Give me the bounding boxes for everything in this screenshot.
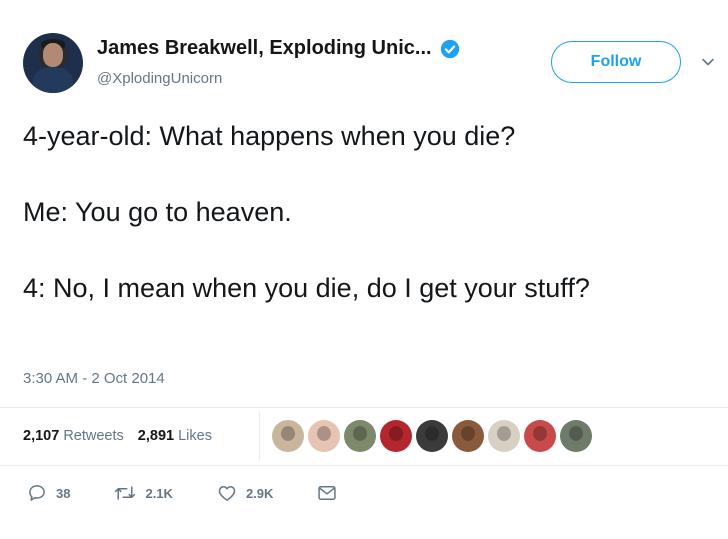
direct-message-button[interactable] [317, 484, 337, 502]
reply-icon [29, 485, 45, 501]
liker-avatar-2[interactable] [308, 420, 340, 452]
likes-label: Likes [178, 428, 212, 444]
verified-badge-icon [440, 39, 459, 58]
retweets-label: Retweets [63, 428, 124, 444]
retweets-count: 2,107 [23, 428, 60, 444]
retweets-stat[interactable]: 2,107 Retweets [23, 428, 124, 444]
retweet-icon [115, 486, 136, 500]
tweet-line-2: Me: You go to heaven. [23, 197, 292, 227]
liker-avatar-1[interactable] [272, 420, 304, 452]
likes-stat[interactable]: 2,891 Likes [138, 428, 212, 444]
retweet-count: 2.1K [145, 485, 173, 501]
author-avatar[interactable] [23, 33, 83, 93]
avatar-body [33, 67, 73, 93]
divider-top [0, 407, 728, 408]
liker-avatar-6[interactable] [452, 420, 484, 452]
tweet-timestamp[interactable]: 3:30 AM - 2 Oct 2014 [23, 370, 165, 387]
liker-avatar-9[interactable] [560, 420, 592, 452]
like-button[interactable]: 2.9K [217, 483, 273, 503]
tweet-line-1: 4-year-old: What happens when you die? [23, 121, 516, 151]
author-name-row: James Breakwell, Exploding Unic... [97, 37, 460, 60]
engagement-stats: 2,107 Retweets 2,891 Likes [23, 428, 212, 444]
liker-avatar-3[interactable] [344, 420, 376, 452]
tweet-line-3: 4: No, I mean when you die, do I get you… [23, 273, 590, 303]
liker-avatars [272, 420, 592, 452]
tweet-actions: 38 2.1K 2.9K [27, 483, 381, 503]
liker-avatar-8[interactable] [524, 420, 556, 452]
liker-avatar-4[interactable] [380, 420, 412, 452]
follow-button[interactable]: Follow [551, 41, 681, 83]
likes-count: 2,891 [137, 428, 175, 444]
tweet-text: 4-year-old: What happens when you die? M… [23, 118, 703, 306]
chevron-down-icon[interactable] [701, 55, 715, 69]
heart-icon [218, 486, 236, 501]
stats-separator [259, 412, 260, 460]
liker-avatar-7[interactable] [488, 420, 520, 452]
avatar-face [43, 43, 63, 67]
author-name[interactable]: James Breakwell, Exploding Unic... [97, 37, 432, 60]
reply-count: 38 [56, 485, 71, 501]
envelope-icon [318, 486, 337, 500]
like-count: 2.9K [245, 485, 274, 501]
author-handle[interactable]: @XplodingUnicorn [97, 70, 222, 87]
reply-button[interactable]: 38 [27, 483, 70, 503]
divider-bottom [0, 465, 728, 466]
liker-avatar-5[interactable] [416, 420, 448, 452]
retweet-button[interactable]: 2.1K [114, 483, 173, 503]
